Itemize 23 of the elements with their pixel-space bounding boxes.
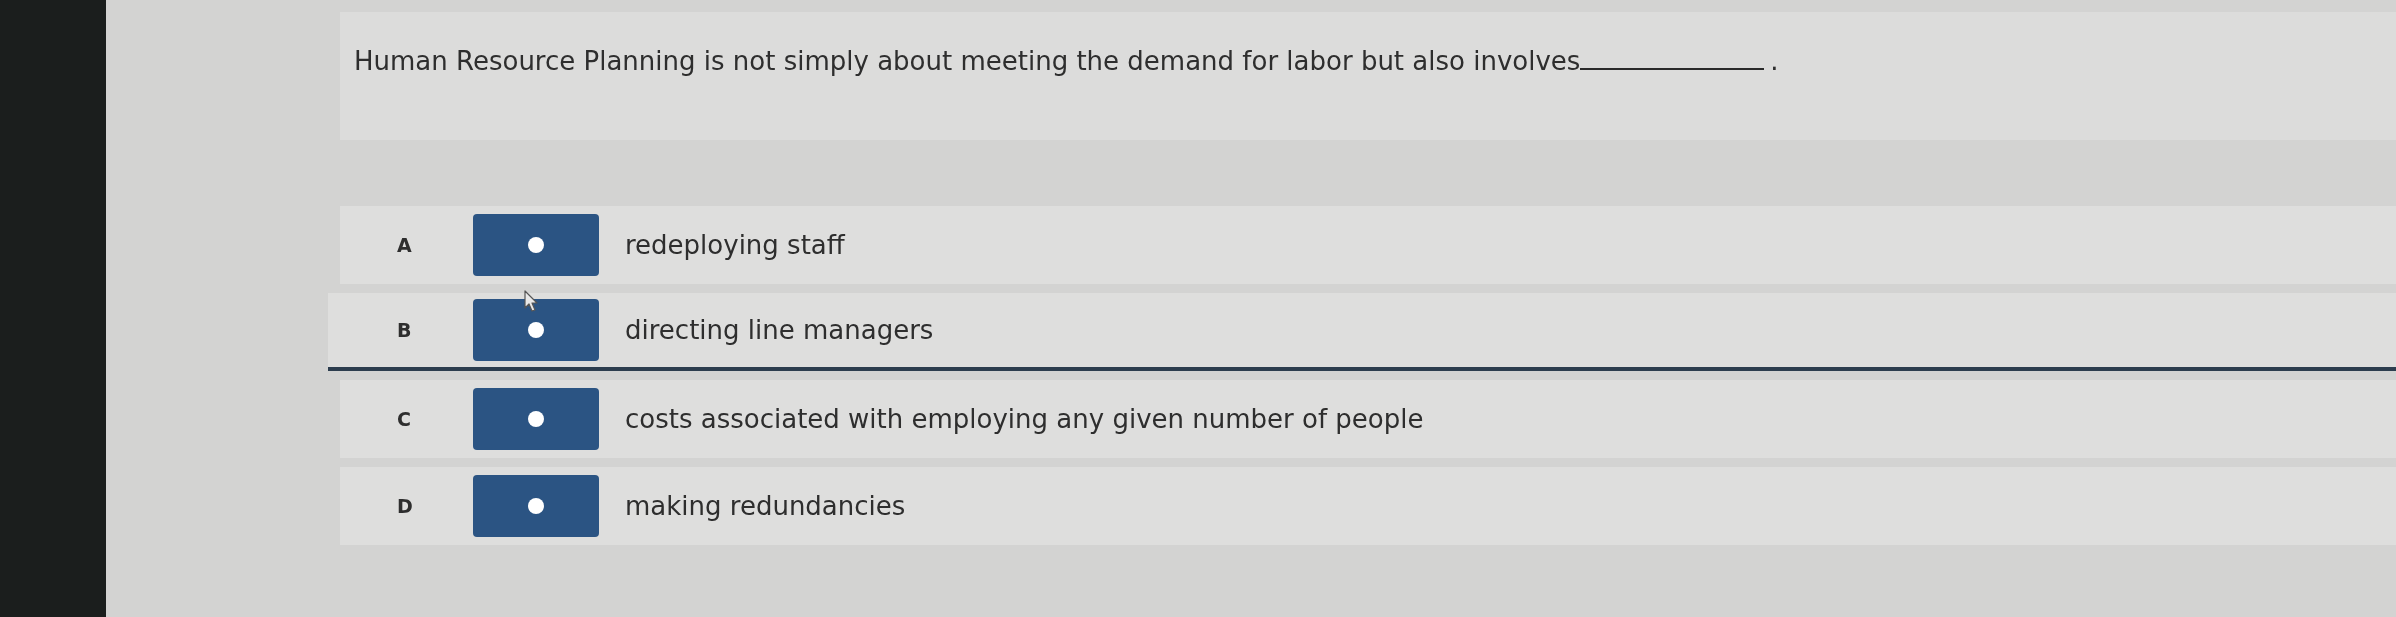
option-letter: D xyxy=(397,495,414,517)
question-period: . xyxy=(1770,46,1779,76)
option-row[interactable]: C costs associated with employing any given number of people xyxy=(340,380,2396,458)
dot-icon xyxy=(528,322,544,338)
option-letter: B xyxy=(397,319,413,341)
option-row[interactable]: D making redundancies xyxy=(340,467,2396,545)
dot-icon xyxy=(528,411,544,427)
dot-icon xyxy=(528,498,544,514)
radio-button[interactable] xyxy=(473,388,599,450)
radio-button[interactable] xyxy=(473,475,599,537)
option-text: making redundancies xyxy=(625,491,906,521)
dot-icon xyxy=(528,237,544,253)
option-letter: A xyxy=(397,234,413,256)
question-text: Human Resource Planning is not simply about meeting the demand for labor but also involves xyxy=(354,46,1581,76)
option-text: directing line managers xyxy=(625,315,934,345)
radio-button[interactable] xyxy=(473,299,599,361)
radio-button[interactable] xyxy=(473,214,599,276)
option-row[interactable]: B directing line managers xyxy=(328,293,2396,371)
option-letter: C xyxy=(397,408,412,430)
cursor-icon xyxy=(524,290,538,312)
option-text: redeploying staff xyxy=(625,230,845,260)
option-text: costs associated with employing any given number of people xyxy=(625,404,1424,434)
option-row[interactable]: A redeploying staff xyxy=(340,206,2396,284)
